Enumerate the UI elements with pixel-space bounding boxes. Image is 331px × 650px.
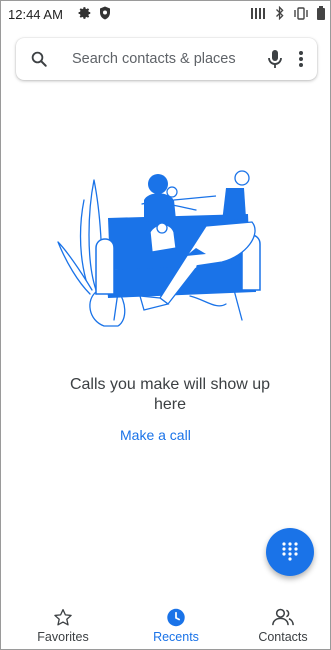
- status-bar: 12:44 AM: [0, 0, 331, 28]
- nav-favorites[interactable]: Favorites: [8, 596, 118, 648]
- search-bar[interactable]: Search contacts & places: [16, 38, 317, 80]
- nav-favorites-label: Favorites: [37, 630, 89, 644]
- clock-icon: [167, 608, 185, 627]
- dialpad-icon: [282, 542, 298, 561]
- empty-state-illustration: [57, 170, 261, 327]
- nav-recents[interactable]: Recents: [121, 596, 231, 648]
- dialpad-button[interactable]: [266, 528, 314, 576]
- people-icon: [272, 608, 294, 626]
- star-icon: [54, 608, 72, 626]
- status-time: 12:44 AM: [8, 7, 63, 22]
- status-right-icons: [251, 6, 325, 20]
- vibrate-icon: [294, 6, 308, 20]
- nav-contacts-label: Contacts: [258, 630, 308, 644]
- search-icon: [31, 51, 47, 67]
- nav-contacts[interactable]: Contacts: [228, 596, 331, 648]
- bluetooth-icon: [276, 6, 284, 20]
- nfc-icon: [251, 7, 265, 19]
- empty-state-message: Calls you make will show up here: [69, 376, 271, 413]
- bottom-navigation: Favorites Recents Contacts: [0, 596, 331, 648]
- more-options-icon[interactable]: [298, 49, 304, 69]
- search-placeholder[interactable]: Search contacts & places: [72, 51, 236, 67]
- mic-icon[interactable]: [267, 49, 283, 69]
- make-a-call-link[interactable]: Make a call: [120, 427, 230, 443]
- shield-icon: [100, 6, 110, 20]
- nav-recents-label: Recents: [153, 630, 199, 644]
- battery-icon: [317, 6, 325, 20]
- gear-icon: [78, 7, 91, 19]
